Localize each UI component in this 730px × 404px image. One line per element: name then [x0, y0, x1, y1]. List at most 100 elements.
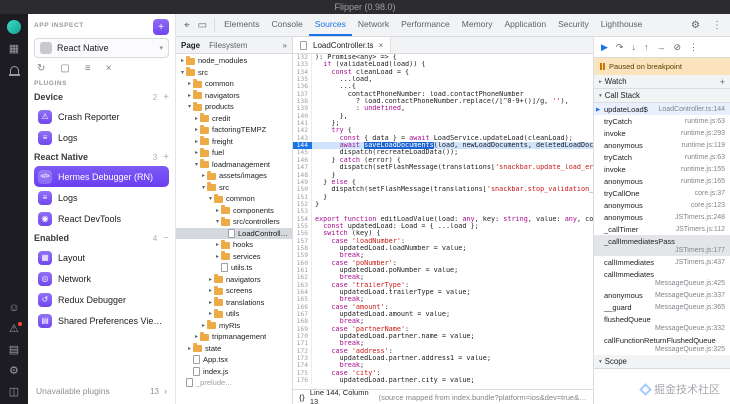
code-line-168[interactable]: 168 break; [293, 318, 593, 326]
code-line-141[interactable]: 141 }; [293, 120, 593, 128]
nav-tab-filesystem[interactable]: Filesystem [209, 41, 247, 50]
deactivate-breakpoints-icon[interactable]: ⊘ [673, 42, 681, 53]
line-number[interactable]: 156 [293, 230, 312, 238]
step-out-icon[interactable]: ↑ [644, 42, 649, 52]
tab-elements[interactable]: Elements [218, 14, 265, 36]
line-number[interactable]: 140 [293, 112, 312, 121]
unavailable-plugins[interactable]: Unavailable plugins 13 › [34, 383, 169, 399]
more-tabs-icon[interactable]: » [283, 41, 287, 50]
line-number[interactable]: 132 [293, 54, 312, 62]
plugin-redux-debugger[interactable]: ↺ Redux Debugger [34, 289, 169, 310]
tree-item-assets-images[interactable]: ▸ assets/images [176, 170, 292, 182]
code-line-170[interactable]: 170 updatedLoad.partner.name = value; [293, 333, 593, 341]
line-number[interactable]: 166 [293, 303, 312, 312]
watch-section-header[interactable]: ▸ Watch + [594, 75, 730, 89]
code-line-143[interactable]: 143 const { data } = await LoadService.u… [293, 134, 593, 143]
code-line-159[interactable]: 159 break; [293, 252, 593, 260]
refresh-icon[interactable]: ↻ [37, 63, 45, 74]
plugin-network[interactable]: ◎ Network [34, 268, 169, 289]
line-number[interactable]: 175 [293, 369, 312, 378]
tree-item-index-js[interactable]: index.js [176, 366, 292, 378]
line-number[interactable]: 168 [293, 318, 312, 326]
line-number[interactable]: 142 [293, 127, 312, 135]
step-icon[interactable]: → [656, 42, 665, 52]
line-number[interactable]: 150 [293, 186, 312, 194]
step-over-icon[interactable]: ↷ [616, 42, 624, 53]
line-number[interactable]: 149 [293, 178, 312, 187]
tree-item-src[interactable]: ▾ src [176, 67, 292, 79]
callstack-frame[interactable]: _callTimer JSTimers.js:112 [594, 223, 730, 235]
code-line-155[interactable]: 155 const updatedLoad: Load = { ...load … [293, 222, 593, 231]
plugin-logs[interactable]: ≡ Logs [34, 127, 169, 148]
tab-sources[interactable]: Sources [308, 14, 352, 36]
tree-item-components[interactable]: ▸ components [176, 205, 292, 217]
line-number[interactable]: 152 [293, 200, 312, 209]
line-number[interactable]: 167 [293, 311, 312, 319]
tree-item-app-tsx[interactable]: App.tsx [176, 354, 292, 366]
scope-section-header[interactable]: ▾ Scope [594, 355, 730, 369]
code-line-136[interactable]: 136 ...{ [293, 83, 593, 91]
line-number[interactable]: 141 [293, 120, 312, 128]
tree-item-src[interactable]: ▾ src [176, 182, 292, 194]
tree-item-translations[interactable]: ▸ translations [176, 297, 292, 309]
callstack-frame[interactable]: invoke runtime.js:155 [594, 163, 730, 175]
code-line-132[interactable]: 132): Promise<any> => { [293, 54, 593, 62]
code-line-175[interactable]: 175 case 'city': [293, 369, 593, 378]
section-react-native[interactable]: React Native 3 + [34, 148, 169, 166]
app-selector[interactable]: React Native ▾ [34, 38, 169, 58]
plugin-shared-preferences-viewer[interactable]: ▤ Shared Preferences Viewer [34, 310, 169, 331]
plugin-crash-reporter[interactable]: ⚠ Crash Reporter [34, 106, 169, 127]
code-line-161[interactable]: 161 updatedLoad.poNumber = value; [293, 266, 593, 275]
line-number[interactable]: 139 [293, 105, 312, 113]
layout-rail-icon[interactable]: ◫ [9, 386, 19, 398]
callstack-frame[interactable]: flushedQueue MessageQueue.js:332 [594, 313, 730, 334]
tree-item-prelude[interactable]: _prelude... [176, 377, 292, 389]
tree-item-myrts[interactable]: ▸ myRts [176, 320, 292, 332]
tab-memory[interactable]: Memory [456, 14, 499, 36]
line-number[interactable]: 160 [293, 259, 312, 267]
code-line-164[interactable]: 164 updatedLoad.trailerType = value; [293, 289, 593, 297]
section-device[interactable]: Device 2 + [34, 88, 169, 106]
code-line-140[interactable]: 140 }, [293, 112, 593, 121]
code-line-153[interactable]: 153 [293, 208, 593, 216]
callstack-frame[interactable]: callFunctionReturnFlushedQueue MessageQue… [594, 334, 730, 355]
close-icon[interactable]: × [106, 63, 112, 74]
editor-tab-loadcontroller[interactable]: LoadController.ts × [293, 37, 392, 53]
code-line-149[interactable]: 149 } else { [293, 178, 593, 187]
code-area[interactable]: 132): Promise<any> => {133 if (validateL… [293, 54, 593, 389]
code-line-172[interactable]: 172 case 'address': [293, 347, 593, 356]
tree-item-hooks[interactable]: ▸ hooks [176, 239, 292, 251]
line-number[interactable]: 148 [293, 171, 312, 179]
line-number[interactable]: 164 [293, 289, 312, 297]
nav-tab-page[interactable]: Page [181, 41, 200, 50]
section-enabled[interactable]: Enabled 4− [34, 229, 169, 247]
line-number[interactable]: 172 [293, 347, 312, 356]
tree-item-utils-ts[interactable]: utils.ts [176, 262, 292, 274]
callstack-frame[interactable]: tryCatch runtime.js:63 [594, 115, 730, 127]
tab-performance[interactable]: Performance [395, 14, 456, 36]
settings-icon[interactable]: ⚙ [9, 365, 19, 377]
code-line-154[interactable]: 154 export function editLoadValue(load: a… [293, 215, 593, 223]
line-number[interactable]: 136 [293, 83, 312, 91]
code-line-169[interactable]: 169 case 'partnerName': [293, 325, 593, 334]
code-line-162[interactable]: 162 break; [293, 274, 593, 282]
callstack-frame[interactable]: anonymous MessageQueue.js:337 [594, 289, 730, 301]
line-number[interactable]: 165 [293, 296, 312, 304]
tab-network[interactable]: Network [352, 14, 395, 36]
line-number[interactable]: 163 [293, 281, 312, 289]
code-line-157[interactable]: 157 case 'loadNumber': [293, 237, 593, 245]
code-line-167[interactable]: 167 updatedLoad.amount = value; [293, 311, 593, 319]
line-number[interactable]: 157 [293, 237, 312, 245]
plugin-hermes-debugger-rn[interactable]: </> Hermes Debugger (RN) [34, 166, 169, 187]
code-line-152[interactable]: 152} [293, 200, 593, 209]
plugin-logs[interactable]: ≡ Logs [34, 187, 169, 208]
code-line-138[interactable]: 138 ? load.contactPhoneNumber.replace(/[… [293, 98, 593, 106]
code-line-142[interactable]: 142 try { [293, 127, 593, 135]
code-line-163[interactable]: 163 case 'trailerType': [293, 281, 593, 289]
line-number[interactable]: 151 [293, 193, 312, 201]
callstack-section-header[interactable]: ▾ Call Stack [594, 89, 730, 103]
line-number[interactable]: 146 [293, 156, 312, 165]
code-line-148[interactable]: 148 } [293, 171, 593, 179]
gear-icon[interactable]: ⚙ [687, 20, 704, 31]
tab-security[interactable]: Security [552, 14, 595, 36]
